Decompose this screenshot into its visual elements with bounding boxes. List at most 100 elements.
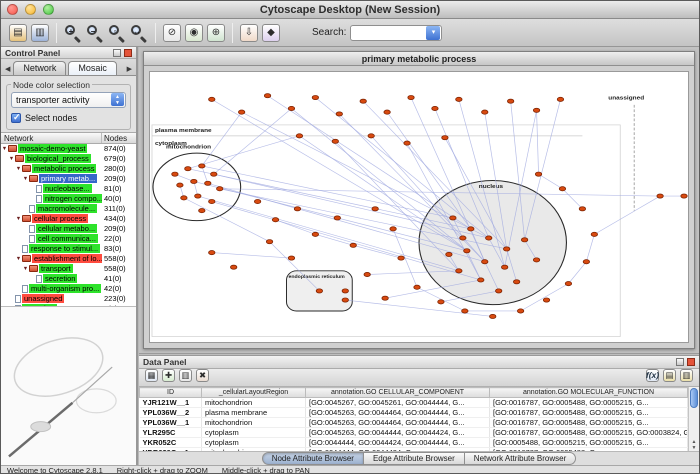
close-window-button[interactable] <box>7 4 18 15</box>
tree-row[interactable]: multi-organism pro...42(0) <box>1 284 136 294</box>
graph-node[interactable] <box>583 260 589 264</box>
close-panel-icon[interactable] <box>124 49 132 57</box>
graph-node[interactable] <box>543 298 549 302</box>
graph-node[interactable] <box>468 227 474 231</box>
tree-row[interactable]: ▼transport558(0) <box>1 264 136 274</box>
column-header[interactable]: annotation.GO MOLECULAR_FUNCTION <box>490 388 688 398</box>
table-cell[interactable]: mitochondrion <box>202 398 306 408</box>
birds-eye-view[interactable] <box>1 306 136 465</box>
graph-node[interactable] <box>535 172 541 176</box>
graph-node[interactable] <box>332 139 338 143</box>
tree-row[interactable]: unassigned223(0) <box>1 294 136 304</box>
graph-node[interactable] <box>496 289 502 293</box>
graph-node[interactable] <box>312 95 318 99</box>
network-frame-title[interactable]: primary metabolic process <box>144 52 694 66</box>
graph-node[interactable] <box>557 97 563 101</box>
scrollbar-arrows-icon[interactable]: ▲▼ <box>689 439 699 451</box>
graph-node[interactable] <box>657 194 663 198</box>
graph-node[interactable] <box>209 199 215 203</box>
minimize-window-button[interactable] <box>25 4 36 15</box>
graph-node[interactable] <box>478 278 484 282</box>
graph-node[interactable] <box>195 194 201 198</box>
tree-expand-handle-icon[interactable]: ▼ <box>15 214 22 224</box>
graph-node[interactable] <box>217 187 223 191</box>
zoom-out-icon[interactable]: − <box>85 23 105 43</box>
graph-node[interactable] <box>172 172 178 176</box>
table-row[interactable]: YPL036W__1mitochondrion[GO:0045263, GO:0… <box>140 418 688 428</box>
graph-node[interactable] <box>368 134 374 138</box>
graph-node[interactable] <box>372 207 378 211</box>
table-cell[interactable]: YPL036W__2 <box>140 408 202 418</box>
graph-node[interactable] <box>456 269 462 273</box>
graph-node[interactable] <box>254 199 260 203</box>
tree-row[interactable]: ▼cellular process434(0) <box>1 214 136 224</box>
graph-node[interactable] <box>209 97 215 101</box>
table-cell[interactable]: mitochondrion <box>202 418 306 428</box>
table-cell[interactable]: YPL036W__1 <box>140 418 202 428</box>
graph-node[interactable] <box>209 251 215 255</box>
tab-edge-attribute-browser[interactable]: Edge Attribute Browser <box>364 452 465 465</box>
node-color-attribute-select[interactable]: transporter activity ▲▼ <box>11 92 126 108</box>
graph-node[interactable] <box>316 289 322 293</box>
column-header[interactable]: ID <box>140 388 202 398</box>
graph-node[interactable] <box>533 108 539 112</box>
copy-attributes-icon[interactable]: ▥ <box>178 368 193 383</box>
table-cell[interactable]: [GO:0016787, GO:0005488, GO:0005215, G..… <box>490 418 688 428</box>
graph-node[interactable] <box>482 260 488 264</box>
column-header[interactable]: _cellularLayoutRegion <box>202 388 306 398</box>
table-cell[interactable]: [GO:0045263, GO:0044464, GO:0044444, G..… <box>306 408 490 418</box>
equation-builder-icon[interactable]: f(x) <box>645 368 660 383</box>
graph-node[interactable] <box>438 300 444 304</box>
graph-node[interactable] <box>384 110 390 114</box>
table-cell[interactable]: [GO:0005488, GO:0005215, GO:0005215, G..… <box>490 438 688 448</box>
graph-node[interactable] <box>579 207 585 211</box>
table-cell[interactable]: YKR052C <box>140 438 202 448</box>
graph-node[interactable] <box>211 172 217 176</box>
graph-node[interactable] <box>266 240 272 244</box>
graph-node[interactable] <box>264 94 270 98</box>
graph-node[interactable] <box>342 289 348 293</box>
table-row[interactable]: YPL036W__2plasma membrane[GO:0045263, GO… <box>140 408 688 418</box>
table-scrollbar[interactable]: ▲▼ <box>688 387 699 451</box>
graph-node[interactable] <box>507 99 513 103</box>
graph-node[interactable] <box>450 216 456 220</box>
tree-row[interactable]: ▼primary metab...209(0) <box>1 174 136 184</box>
table-row[interactable]: YLR295Ccytoplasm[GO:0045263, GO:0044444,… <box>140 428 688 438</box>
tree-expand-handle-icon[interactable]: ▼ <box>15 254 22 264</box>
tree-expand-handle-icon[interactable]: ▼ <box>22 264 29 274</box>
open-session-icon[interactable]: ▤ <box>8 23 28 43</box>
graph-node[interactable] <box>288 256 294 260</box>
graph-node[interactable] <box>681 194 687 198</box>
table-cell[interactable]: [GO:0045267, GO:0045261, GO:0044444, G..… <box>306 398 490 408</box>
table-cell[interactable]: [GO:0016787, GO:0005488, GO:0005215, G..… <box>490 398 688 408</box>
table-cell[interactable]: [GO:0044444, GO:0044424, GO:0044444, G..… <box>306 438 490 448</box>
search-options-arrow-icon[interactable]: ▾ <box>426 26 440 40</box>
float-panel-icon[interactable] <box>113 49 121 57</box>
import-network-icon[interactable]: ⇩ <box>239 23 259 43</box>
new-network-from-selection-icon[interactable]: ⊕ <box>206 23 226 43</box>
graph-node[interactable] <box>517 309 523 313</box>
graph-node[interactable] <box>312 232 318 236</box>
graph-node[interactable] <box>462 309 468 313</box>
table-row[interactable]: YJR121W__1mitochondrion[GO:0045267, GO:0… <box>140 398 688 408</box>
float-panel-icon[interactable] <box>676 358 684 366</box>
select-attributes-icon[interactable]: ▦ <box>144 368 159 383</box>
tab-node-attribute-browser[interactable]: Node Attribute Browser <box>262 452 364 465</box>
export-attributes-icon[interactable]: ▥ <box>679 368 694 383</box>
graph-node[interactable] <box>205 181 211 185</box>
graph-node[interactable] <box>503 247 509 251</box>
graph-node[interactable] <box>199 209 205 213</box>
tree-row[interactable]: nucleobase...81(0) <box>1 184 136 194</box>
table-cell[interactable]: cytoplasm <box>202 438 306 448</box>
graph-node[interactable] <box>482 110 488 114</box>
table-cell[interactable]: YLR295C <box>140 428 202 438</box>
tree-header-network[interactable]: Network <box>1 133 102 143</box>
tree-header-nodes[interactable]: Nodes <box>102 133 136 143</box>
graph-node[interactable] <box>296 134 302 138</box>
graph-node[interactable] <box>414 285 420 289</box>
graph-node[interactable] <box>460 236 466 240</box>
tree-expand-handle-icon[interactable]: ▼ <box>8 154 15 164</box>
graph-node[interactable] <box>238 110 244 114</box>
tree-row[interactable]: ▼mosaic-demo-yeast874(0) <box>1 144 136 154</box>
hide-selected-nodes-icon[interactable]: ⊘ <box>162 23 182 43</box>
